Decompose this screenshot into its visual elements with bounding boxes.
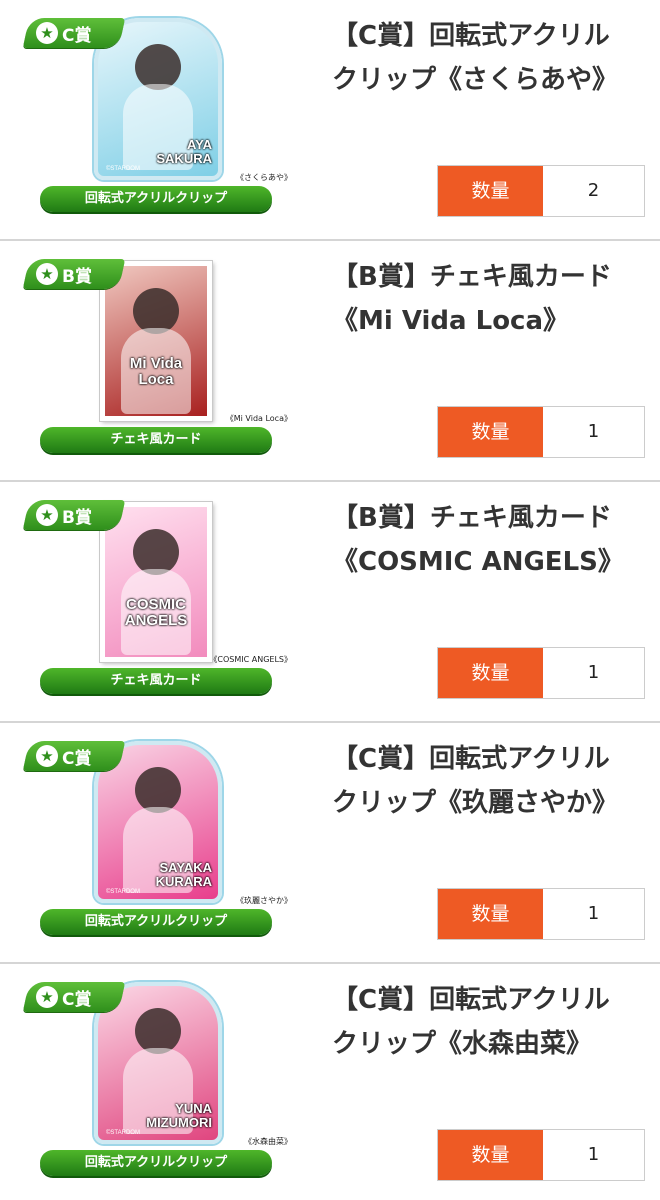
quantity-box[interactable]: 数量 1 xyxy=(437,1129,645,1181)
product-thumbnail[interactable]: SAYAKA KURARA ©STARDOM ★ C賞 《玖麗さやか》 回転式アク… xyxy=(14,733,294,943)
product-thumbnail[interactable]: Mi Vida Loca ★ B賞 《Mi Vida Loca》 チェキ風カード xyxy=(14,251,294,461)
quantity-box[interactable]: 数量 2 xyxy=(437,165,645,217)
tier-badge: ★ B賞 xyxy=(22,259,126,289)
tier-badge: ★ C賞 xyxy=(22,982,126,1012)
prize-item[interactable]: AYA SAKURA ©STARDOM ★ C賞 《さくらあや》 回転式アクリルク… xyxy=(0,0,660,241)
art-name-text: AYA SAKURA xyxy=(156,137,212,166)
quantity-box[interactable]: 数量 1 xyxy=(437,647,645,699)
tier-label: C賞 xyxy=(62,748,92,769)
copyright-text: ©STARDOM xyxy=(106,889,140,895)
prize-item[interactable]: COSMIC ANGELS ★ B賞 《COSMIC ANGELS》 チェキ風カー… xyxy=(0,482,660,723)
star-icon: ★ xyxy=(36,22,58,44)
art-name-text: Mi Vida Loca xyxy=(129,355,183,388)
quantity-label: 数量 xyxy=(438,1130,543,1180)
quantity-label: 数量 xyxy=(438,166,543,216)
quantity-value[interactable]: 1 xyxy=(543,407,644,457)
prize-item[interactable]: YUNA MIZUMORI ©STARDOM ★ C賞 《水森由菜》 回転式アクリ… xyxy=(0,964,660,1200)
tier-label: B賞 xyxy=(62,266,92,287)
art-name-text: SAYAKA KURARA xyxy=(155,860,212,889)
quantity-value[interactable]: 1 xyxy=(543,889,644,939)
wrestler-caption: 《玖麗さやか》 xyxy=(236,896,292,905)
product-title[interactable]: 【B賞】チェキ風カード《COSMIC ANGELS》 xyxy=(332,496,632,584)
wrestler-caption: 《Mi Vida Loca》 xyxy=(225,414,292,423)
product-type-label: チェキ風カード xyxy=(40,427,272,453)
quantity-value[interactable]: 2 xyxy=(543,166,644,216)
quantity-box[interactable]: 数量 1 xyxy=(437,888,645,940)
prize-item-list: AYA SAKURA ©STARDOM ★ C賞 《さくらあや》 回転式アクリルク… xyxy=(0,0,660,1200)
product-title[interactable]: 【C賞】回転式アクリルクリップ《玖麗さやか》 xyxy=(332,737,632,825)
product-title[interactable]: 【C賞】回転式アクリルクリップ《さくらあや》 xyxy=(332,14,632,102)
product-type-label: チェキ風カード xyxy=(40,668,272,694)
product-title[interactable]: 【B賞】チェキ風カード《Mi Vida Loca》 xyxy=(332,255,632,343)
wrestler-caption: 《COSMIC ANGELS》 xyxy=(209,655,292,664)
wrestler-caption: 《さくらあや》 xyxy=(236,173,292,182)
star-icon: ★ xyxy=(36,263,58,285)
copyright-text: ©STARDOM xyxy=(106,166,140,172)
star-icon: ★ xyxy=(36,986,58,1008)
product-type-label: 回転式アクリルクリップ xyxy=(40,1150,272,1176)
product-thumbnail[interactable]: YUNA MIZUMORI ©STARDOM ★ C賞 《水森由菜》 回転式アクリ… xyxy=(14,974,294,1184)
tier-label: C賞 xyxy=(62,989,92,1010)
product-type-label: 回転式アクリルクリップ xyxy=(40,909,272,935)
quantity-label: 数量 xyxy=(438,648,543,698)
prize-item[interactable]: SAYAKA KURARA ©STARDOM ★ C賞 《玖麗さやか》 回転式アク… xyxy=(0,723,660,964)
product-thumbnail[interactable]: COSMIC ANGELS ★ B賞 《COSMIC ANGELS》 チェキ風カー… xyxy=(14,492,294,702)
art-name-text: COSMIC ANGELS xyxy=(124,596,188,629)
copyright-text: ©STARDOM xyxy=(106,1130,140,1136)
quantity-label: 数量 xyxy=(438,889,543,939)
tier-badge: ★ B賞 xyxy=(22,500,126,530)
product-thumbnail[interactable]: AYA SAKURA ©STARDOM ★ C賞 《さくらあや》 回転式アクリルク… xyxy=(14,10,294,220)
tier-badge: ★ C賞 xyxy=(22,18,126,48)
art-name-text: YUNA MIZUMORI xyxy=(146,1101,212,1130)
product-title[interactable]: 【C賞】回転式アクリルクリップ《水森由菜》 xyxy=(332,978,632,1066)
tier-label: C賞 xyxy=(62,25,92,46)
product-type-label: 回転式アクリルクリップ xyxy=(40,186,272,212)
quantity-value[interactable]: 1 xyxy=(543,648,644,698)
quantity-value[interactable]: 1 xyxy=(543,1130,644,1180)
tier-badge: ★ C賞 xyxy=(22,741,126,771)
tier-label: B賞 xyxy=(62,507,92,528)
prize-item[interactable]: Mi Vida Loca ★ B賞 《Mi Vida Loca》 チェキ風カード … xyxy=(0,241,660,482)
star-icon: ★ xyxy=(36,504,58,526)
quantity-box[interactable]: 数量 1 xyxy=(437,406,645,458)
star-icon: ★ xyxy=(36,745,58,767)
wrestler-caption: 《水森由菜》 xyxy=(244,1137,292,1146)
quantity-label: 数量 xyxy=(438,407,543,457)
